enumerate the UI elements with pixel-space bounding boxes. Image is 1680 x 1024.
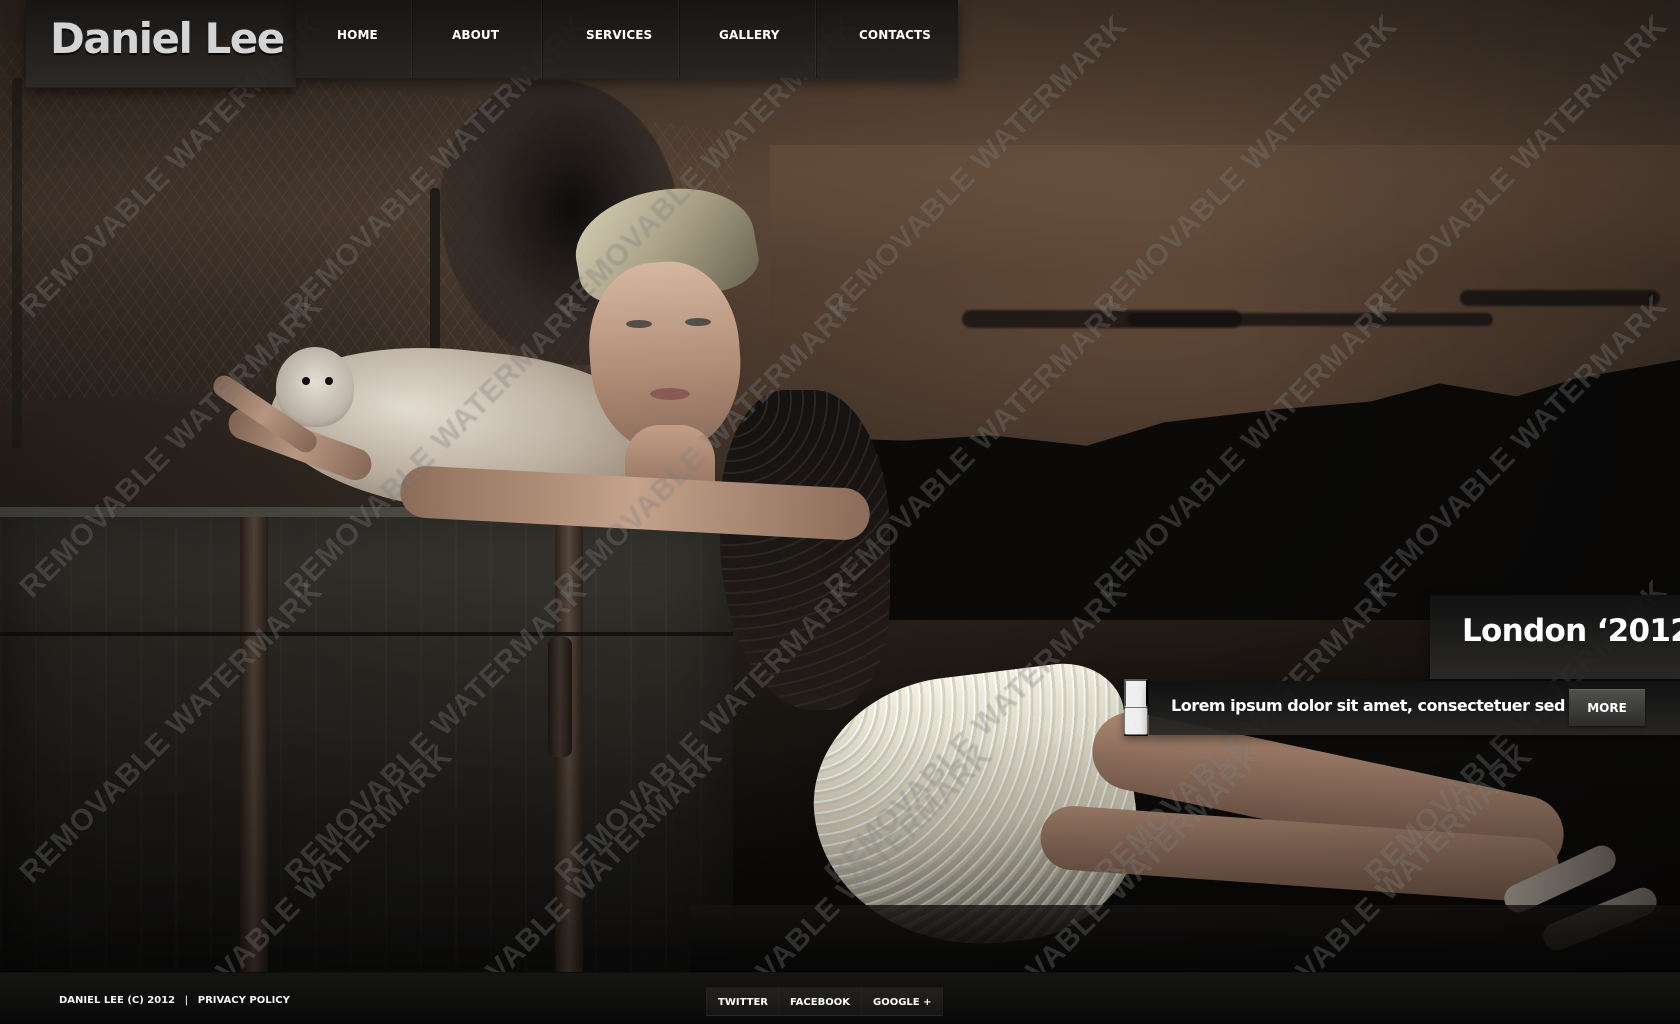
chevron-right-icon: › (1134, 688, 1138, 702)
footer-copyright: DANIEL LEE (C) 2012 | PRIVACY POLICY (59, 995, 290, 1006)
previous-slide-button[interactable]: ‹ (1124, 707, 1148, 735)
twitter-link[interactable]: TWITTER (706, 987, 780, 1016)
nav-gallery[interactable]: GALLERY (719, 28, 780, 42)
more-button[interactable]: MORE (1569, 689, 1645, 726)
main-navigation: HOME ABOUT SERVICES GALLERY CONTACTS (296, 0, 958, 78)
nav-about[interactable]: ABOUT (452, 28, 499, 42)
chevron-left-icon: ‹ (1134, 716, 1138, 730)
model-eye (685, 318, 711, 326)
hero-image (0, 0, 1680, 972)
nav-services[interactable]: SERVICES (586, 28, 652, 42)
slide-title-box: London ‘2012 (1430, 595, 1680, 679)
cloud-shape (1460, 290, 1660, 306)
sky-glow (770, 145, 1680, 395)
dark-hill (820, 360, 1680, 620)
ferret-head (276, 347, 354, 427)
site-logo[interactable]: Daniel Lee (26, 0, 296, 88)
nav-home[interactable]: HOME (337, 28, 378, 42)
nav-contacts[interactable]: CONTACTS (859, 28, 931, 42)
footer-divider: | (184, 995, 189, 1006)
chest-lid-line (0, 632, 733, 636)
google-plus-link[interactable]: GOOGLE + (861, 987, 944, 1016)
wooden-chest (0, 507, 733, 972)
facebook-link[interactable]: FACEBOOK (778, 987, 862, 1016)
slide-caption: Lorem ipsum dolor sit amet, consectetuer… (1171, 696, 1615, 715)
nav-separator (678, 0, 679, 78)
ferret-eye (325, 377, 333, 385)
model-lips (650, 388, 690, 400)
nav-separator (541, 0, 542, 78)
next-slide-button[interactable]: › (1124, 679, 1148, 707)
copyright-text: DANIEL LEE (C) 2012 (59, 995, 176, 1006)
black-lace-top (720, 390, 890, 710)
slider-controls: › ‹ (1124, 679, 1148, 736)
fence-post (12, 78, 22, 448)
chest-lock (548, 637, 572, 757)
privacy-policy-link[interactable]: PRIVACY POLICY (198, 995, 290, 1006)
slide-caption-box: Lorem ipsum dolor sit amet, consectetuer… (1149, 681, 1680, 735)
model-eye (626, 320, 652, 328)
page: REMOVABLE WATERMARK REMOVABLE WATERMARK … (0, 0, 1680, 1024)
ferret-eye (302, 377, 310, 385)
nav-separator (815, 0, 816, 78)
chest-band (240, 517, 268, 972)
slide-title: London ‘2012 (1462, 613, 1680, 649)
cloud-shape (1128, 313, 1493, 326)
logo-text: Daniel Lee (50, 14, 285, 63)
nav-separator (411, 0, 412, 78)
footer: DANIEL LEE (C) 2012 | PRIVACY POLICY TWI… (0, 972, 1680, 1024)
ground-shadow (690, 905, 1680, 972)
